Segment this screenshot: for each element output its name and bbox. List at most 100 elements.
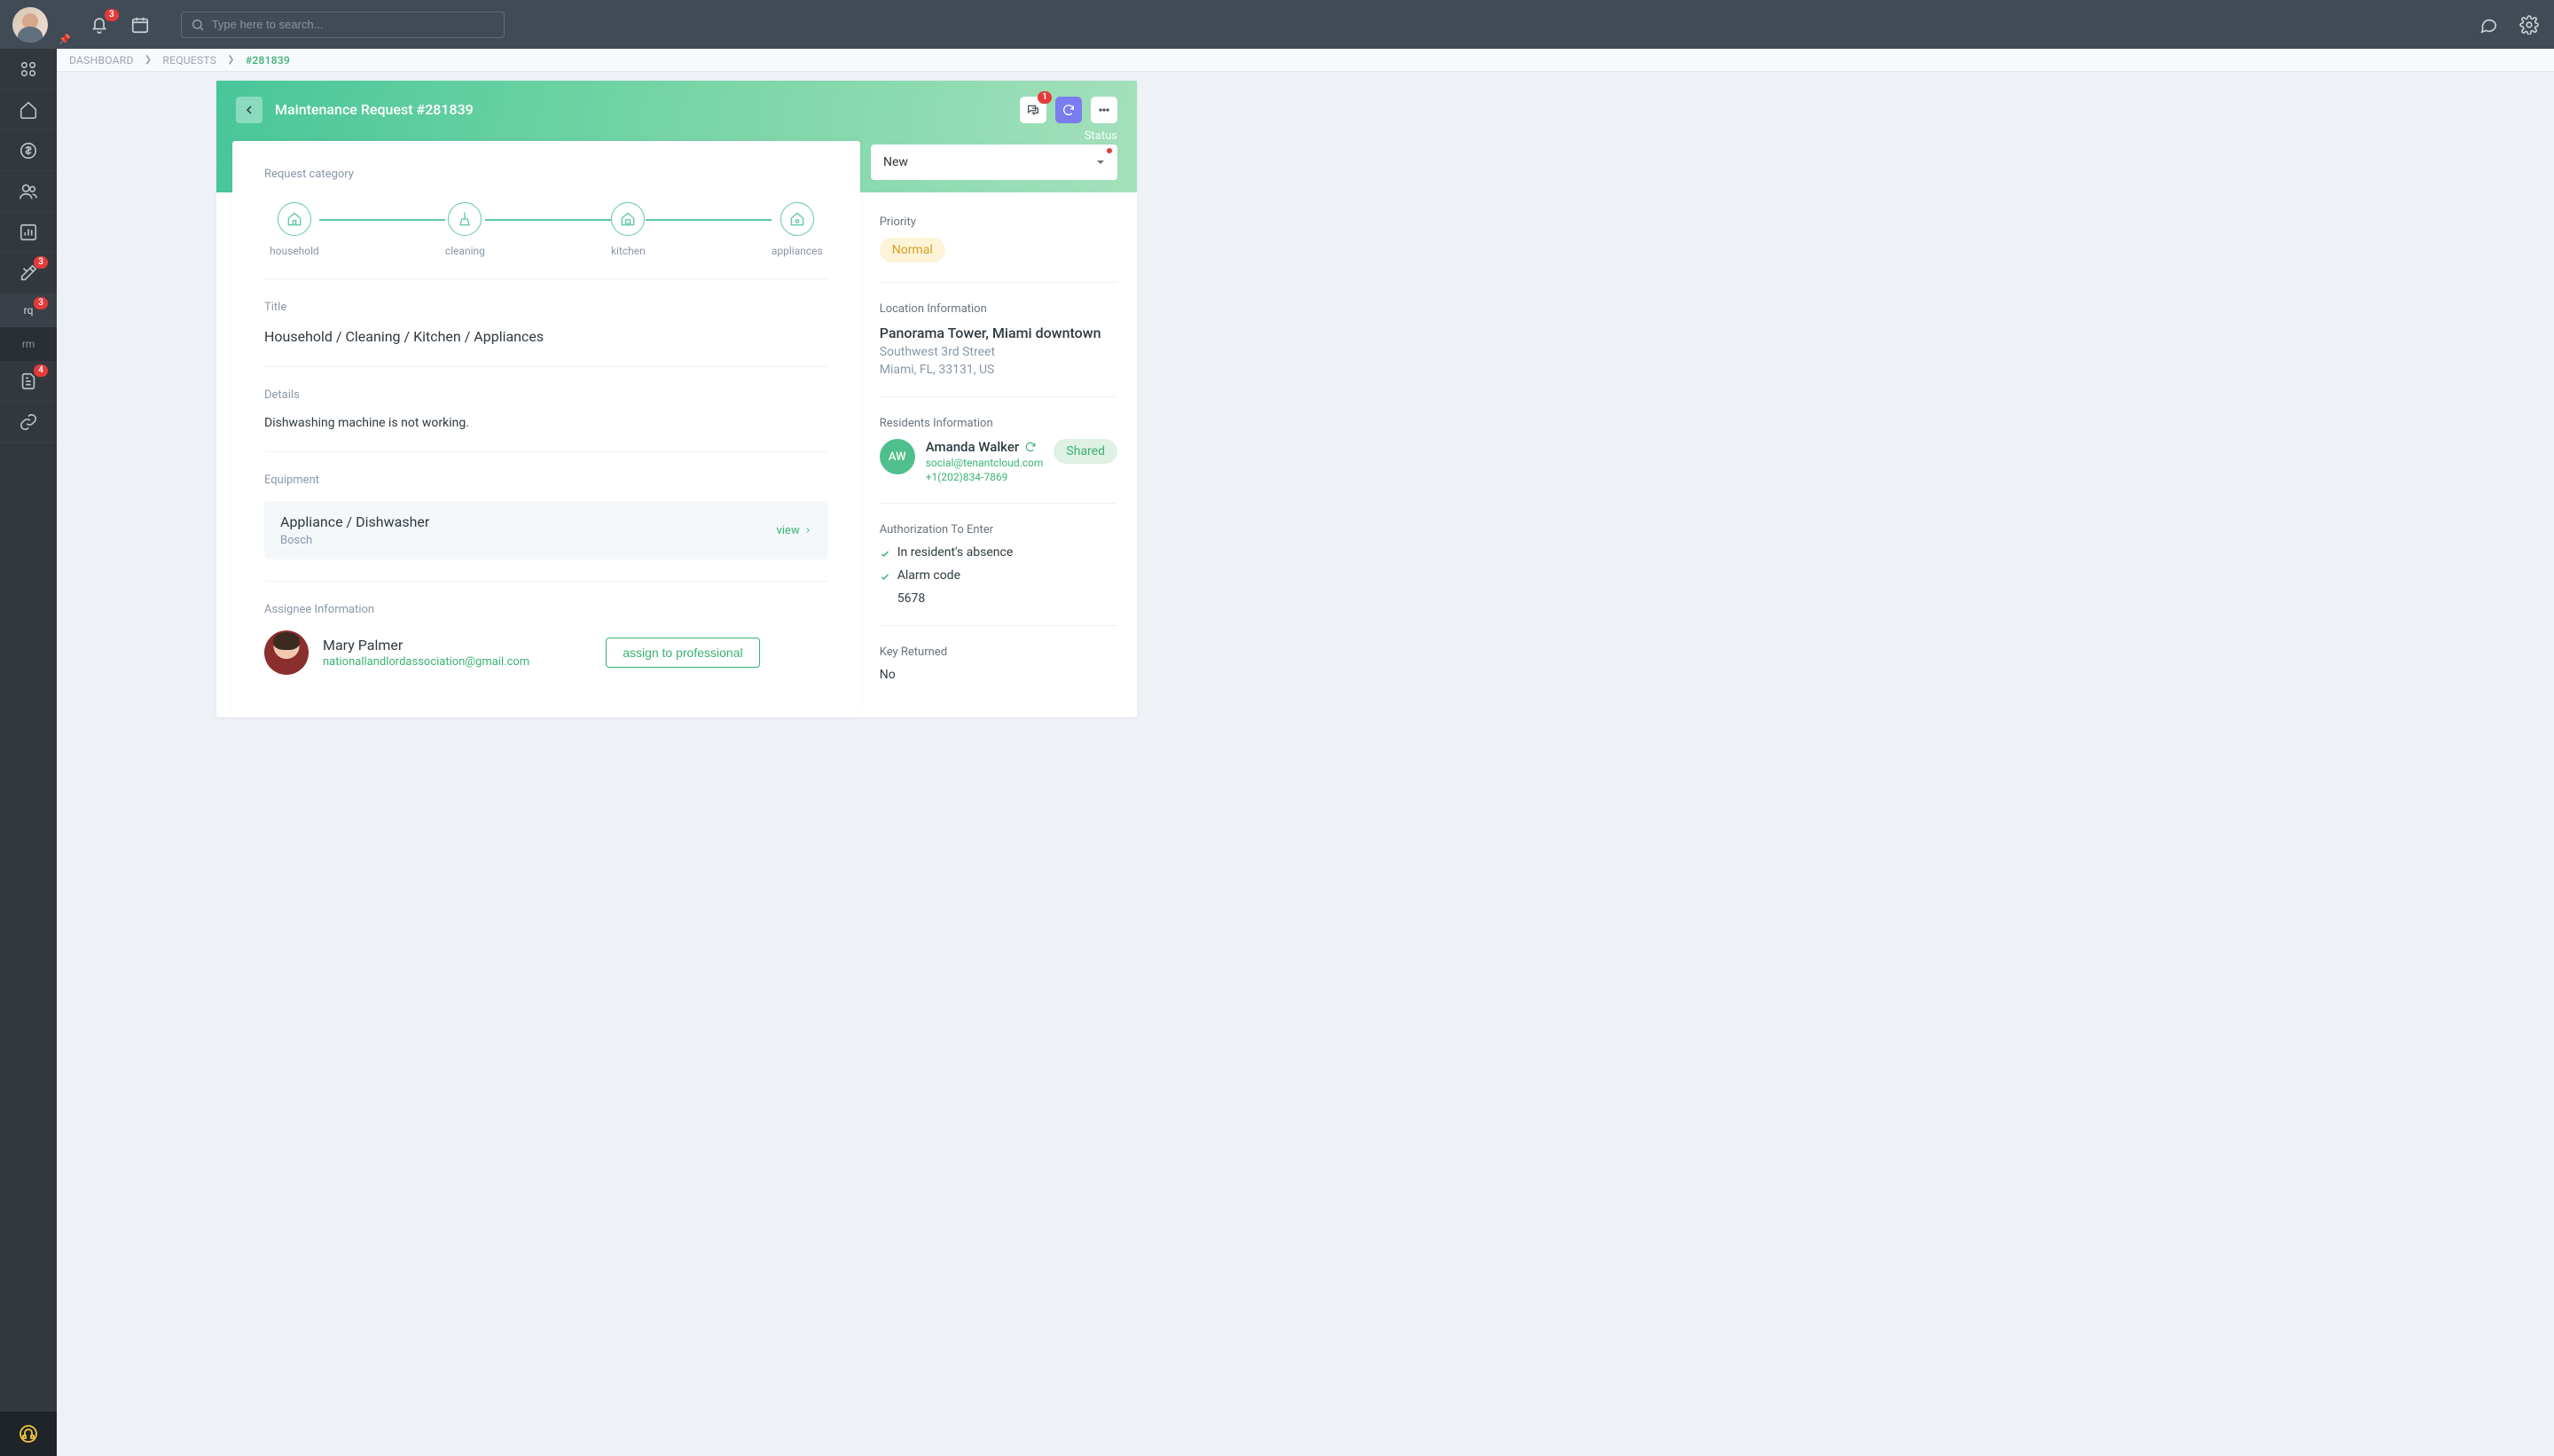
category-label: Request category <box>264 168 828 181</box>
key-label: Key Returned <box>880 646 1117 659</box>
resident-email[interactable]: social@tenantcloud.com <box>926 457 1044 469</box>
sidebar-sub-rm[interactable]: rm <box>0 327 57 361</box>
kitchen-icon <box>619 210 637 228</box>
breadcrumb: DASHBOARD ❯ REQUESTS ❯ #281839 <box>57 49 2554 72</box>
category-cleaning: cleaning <box>445 202 485 257</box>
sidebar-rq-badge: 3 <box>34 297 48 309</box>
category-label-4: appliances <box>772 245 823 257</box>
category-label-2: cleaning <box>445 245 485 257</box>
check-icon <box>880 549 890 560</box>
auth-alarm: Alarm code <box>880 568 1117 583</box>
resident-avatar: AW <box>880 439 915 474</box>
location-label: Location Information <box>880 302 1117 316</box>
status-value: New <box>883 155 908 169</box>
comments-button[interactable]: 1 <box>1020 97 1046 123</box>
auth-label: Authorization To Enter <box>880 523 1117 536</box>
more-button[interactable] <box>1091 97 1117 123</box>
refresh-button[interactable] <box>1055 97 1082 123</box>
key-value: No <box>880 668 1117 682</box>
assignee-email[interactable]: nationallandlordassociation@gmail.com <box>323 655 529 669</box>
location-street: Southwest 3rd Street <box>880 345 1117 359</box>
search-input[interactable] <box>212 18 495 31</box>
sidebar-doc-badge: 4 <box>34 364 48 377</box>
search-icon <box>191 18 205 32</box>
notifications-badge: 3 <box>105 9 119 21</box>
assignee-avatar <box>264 630 309 675</box>
sync-icon <box>1024 441 1037 453</box>
equipment-card: Appliance / Dishwasher Bosch view <box>264 501 828 560</box>
chevron-right-icon: ❯ <box>227 55 235 65</box>
calendar-icon[interactable] <box>128 12 153 37</box>
equipment-brand: Bosch <box>280 534 429 547</box>
chevron-right-icon: ❯ <box>145 55 153 65</box>
sidebar-tools[interactable]: 3 <box>0 253 57 294</box>
auth-absence: In resident's absence <box>880 545 1117 560</box>
request-details-panel: Request category household cleaning <box>232 141 860 717</box>
priority-badge: Normal <box>880 238 945 262</box>
topbar: 📌 3 <box>0 0 2554 49</box>
sidebar-sub-rq[interactable]: rq 3 <box>0 294 57 327</box>
status-indicator-dot <box>1107 148 1112 153</box>
priority-label: Priority <box>880 215 1117 229</box>
category-household: household <box>270 202 319 257</box>
category-label-3: kitchen <box>611 245 646 257</box>
sidebar-home[interactable] <box>0 90 57 130</box>
appliance-icon <box>788 210 806 228</box>
title-value: Household / Cleaning / Kitchen / Applian… <box>264 328 828 345</box>
house-icon <box>286 210 303 228</box>
breadcrumb-current: #281839 <box>246 54 290 67</box>
page-title: Maintenance Request #281839 <box>275 101 474 118</box>
assignee-label: Assignee Information <box>264 603 828 616</box>
sidebar-support[interactable] <box>0 1412 57 1456</box>
main: DASHBOARD ❯ REQUESTS ❯ #281839 Maintenan… <box>57 49 2554 1456</box>
category-label-1: household <box>270 245 319 257</box>
details-value: Dishwashing machine is not working. <box>264 416 828 430</box>
auth-alarm-text: Alarm code <box>897 568 960 583</box>
category-kitchen: kitchen <box>611 202 646 257</box>
residents-label: Residents Information <box>880 417 1117 430</box>
equipment-name: Appliance / Dishwasher <box>280 513 429 530</box>
notifications-icon[interactable]: 3 <box>87 12 112 37</box>
sidebar-apps[interactable] <box>0 49 57 90</box>
breadcrumb-dashboard[interactable]: DASHBOARD <box>69 54 134 67</box>
sidebar-documents[interactable]: 4 <box>0 361 57 402</box>
chevron-right-icon <box>803 526 812 535</box>
sidebar-sub-rm-label: rm <box>22 338 35 350</box>
auth-alarm-code: 5678 <box>897 591 1117 606</box>
sidebar-people[interactable] <box>0 171 57 212</box>
user-avatar[interactable] <box>12 7 48 43</box>
status-label: Status <box>1085 129 1117 143</box>
back-button[interactable] <box>236 97 262 123</box>
status-select[interactable]: New <box>871 145 1117 180</box>
sidebar-reports[interactable] <box>0 212 57 253</box>
cleaning-icon <box>456 210 474 228</box>
settings-icon[interactable] <box>2517 12 2542 37</box>
request-side-panel: Priority Normal Location Information Pan… <box>860 192 1137 717</box>
resident-phone[interactable]: +1(202)834-7869 <box>926 471 1044 483</box>
sidebar-finance[interactable] <box>0 130 57 171</box>
chevron-down-icon <box>1096 158 1105 167</box>
request-card: Maintenance Request #281839 1 <box>216 81 1137 717</box>
comments-badge: 1 <box>1038 91 1052 104</box>
pin-icon: 📌 <box>59 34 71 45</box>
equipment-view-link[interactable]: view <box>777 524 812 537</box>
search-input-wrap[interactable] <box>181 12 505 38</box>
category-appliances: appliances <box>772 202 823 257</box>
check-icon <box>880 572 890 583</box>
auth-absence-text: In resident's absence <box>897 545 1014 560</box>
chat-icon[interactable] <box>2476 12 2501 37</box>
location-name: Panorama Tower, Miami downtown <box>880 325 1117 341</box>
breadcrumb-requests[interactable]: REQUESTS <box>162 54 216 67</box>
title-label: Title <box>264 301 828 314</box>
resident-name-text: Amanda Walker <box>926 439 1019 455</box>
location-city: Miami, FL, 33131, US <box>880 363 1117 377</box>
resident-name: Amanda Walker <box>926 439 1044 455</box>
sidebar-tools-badge: 3 <box>34 256 48 269</box>
sidebar-links[interactable] <box>0 402 57 442</box>
assign-professional-button[interactable]: assign to professional <box>606 638 759 668</box>
shared-badge: Shared <box>1054 439 1117 464</box>
details-label: Details <box>264 388 828 402</box>
equipment-view-label: view <box>777 524 800 537</box>
category-track: household cleaning kitch <box>264 195 828 257</box>
sidebar: 3 rq 3 rm 4 <box>0 49 57 1456</box>
